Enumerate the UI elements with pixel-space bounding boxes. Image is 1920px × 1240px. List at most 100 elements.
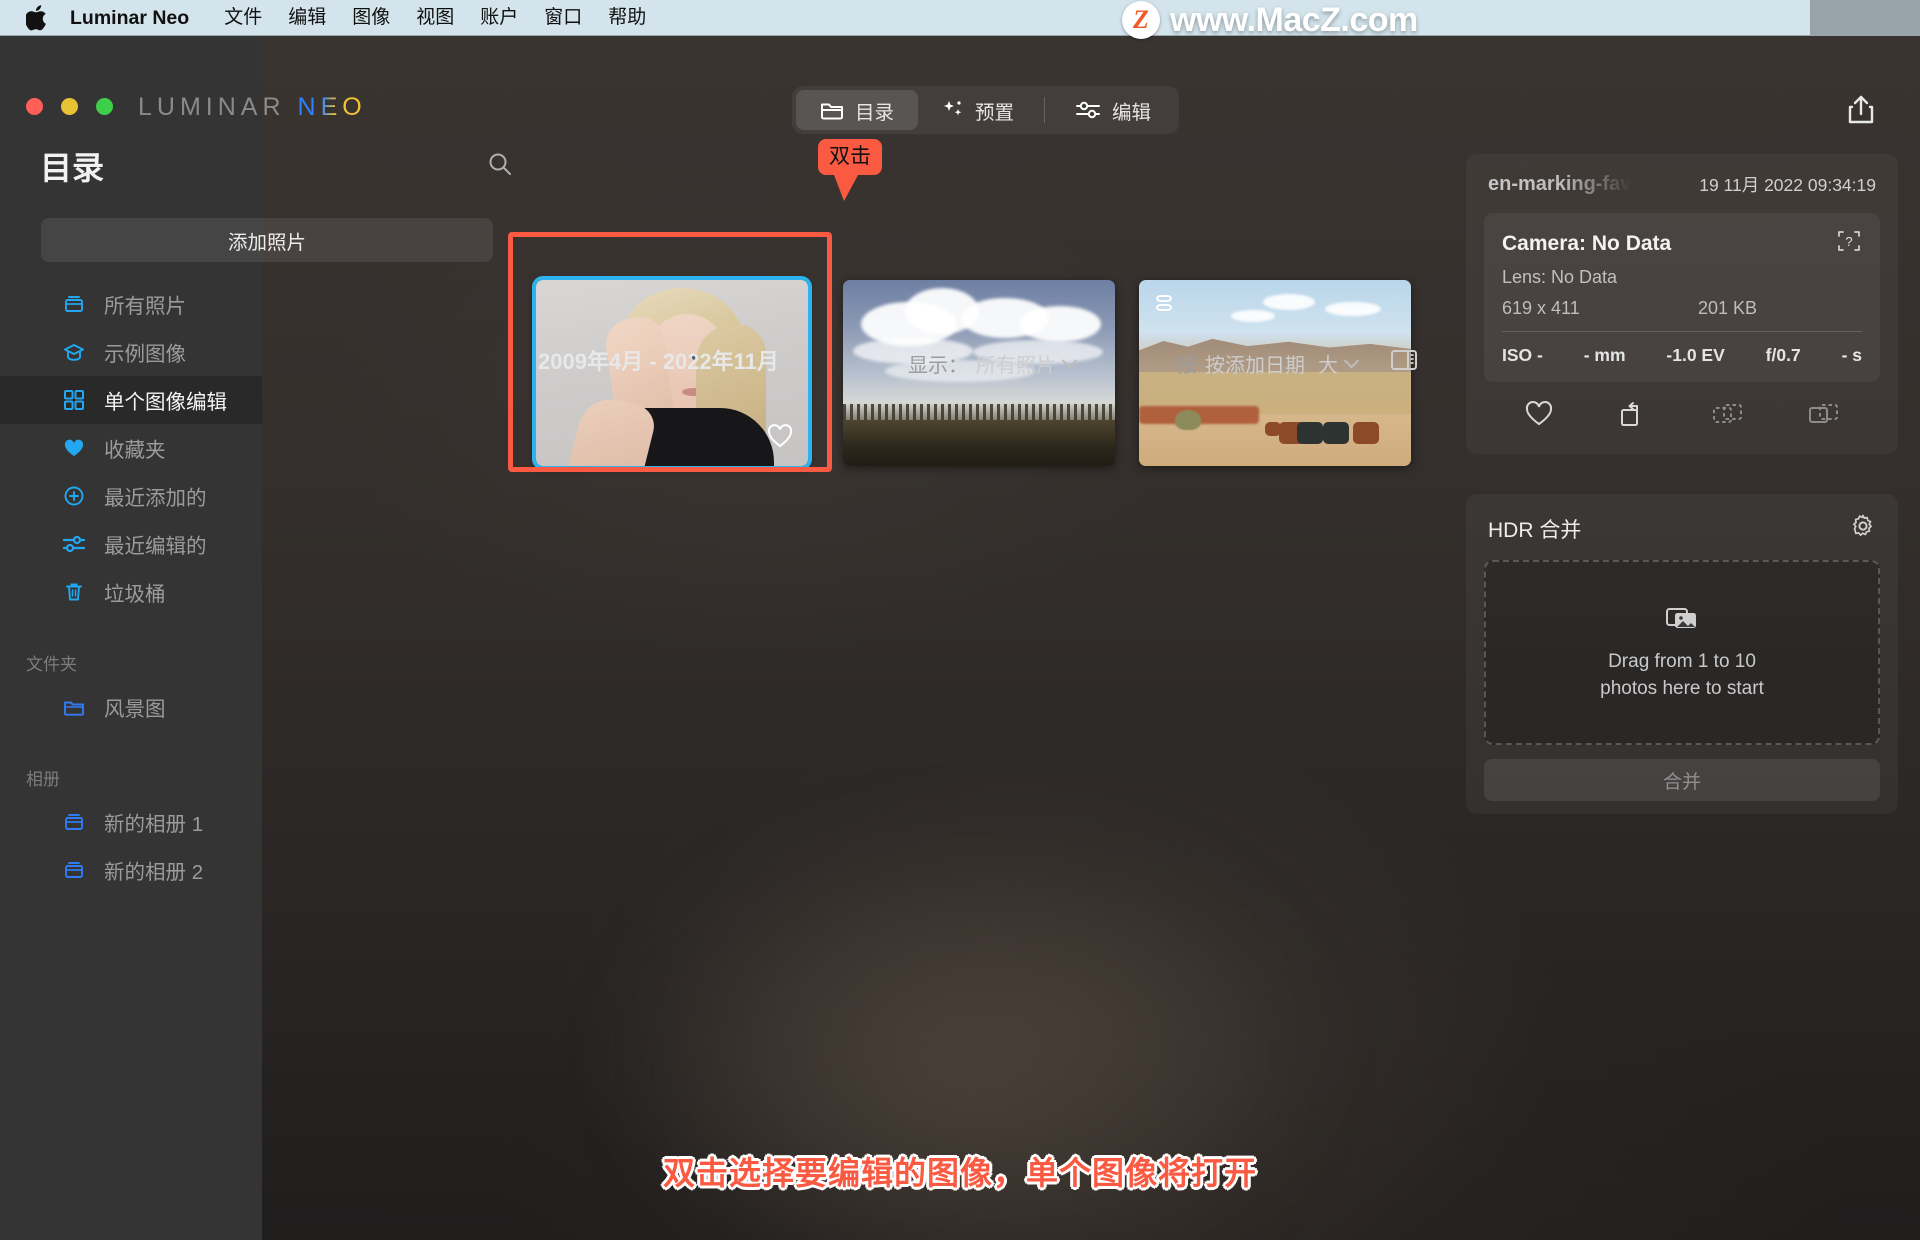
sort-value: 按添加日期 <box>1205 355 1305 377</box>
tab-edit-label: 编辑 <box>1112 101 1152 124</box>
tab-edit[interactable]: 编辑 <box>1051 90 1175 130</box>
show-filter-label: 显示： <box>908 355 968 377</box>
menu-item-edit[interactable]: 编辑 <box>275 0 339 36</box>
sidebar-folder-landscape[interactable]: 风景图 <box>0 683 262 731</box>
stack-icon[interactable] <box>1152 291 1180 322</box>
metadata-dimensions: 619 x 411 <box>1502 298 1580 318</box>
app-logo: LUMINAR NEO <box>138 93 367 122</box>
gear-icon[interactable] <box>1850 513 1876 544</box>
metadata-camera: Camera: No Data <box>1502 231 1672 255</box>
split-view-toggle-button[interactable] <box>1390 348 1418 377</box>
stack-button[interactable] <box>1807 400 1841 433</box>
menu-item-file[interactable]: 文件 <box>211 0 275 36</box>
thumbnail-size-value: 大 <box>1318 355 1338 377</box>
menu-item-image[interactable]: 图像 <box>339 0 403 36</box>
thumbnail-size-dropdown[interactable]: 大 <box>1318 349 1360 378</box>
trash-icon <box>62 580 86 604</box>
tab-separator <box>1044 97 1046 123</box>
help-badge-icon[interactable]: ? <box>1836 229 1862 258</box>
exif-shutter-speed: - s <box>1841 345 1862 365</box>
album-icon <box>62 810 86 834</box>
menu-item-app-name[interactable]: Luminar Neo <box>70 0 211 36</box>
sliders-icon <box>62 532 86 556</box>
apple-logo-icon[interactable] <box>26 4 48 31</box>
exif-focal-length: - mm <box>1583 345 1626 365</box>
show-filter-dropdown[interactable]: 显示： 所有照片 <box>908 349 1078 378</box>
date-range-label: 2009年4月 - 2022年11月 <box>538 349 779 374</box>
main-tab-group: 目录 预置 编辑 <box>792 86 1180 134</box>
app-logo-luminar: LUMINAR <box>138 93 286 121</box>
exif-iso: ISO - <box>1502 345 1543 365</box>
menu-item-help[interactable]: 帮助 <box>595 0 659 36</box>
menu-item-window[interactable]: 窗口 <box>531 0 595 36</box>
menu-item-account[interactable]: 账户 <box>467 0 531 36</box>
tab-presets[interactable]: 预置 <box>918 90 1038 130</box>
sidebar-section-folders: 文件夹 <box>26 655 77 674</box>
menu-item-view[interactable]: 视图 <box>403 0 467 36</box>
metadata-header: en-marking-fav 19 11月 2022 09:34:19 <box>1466 154 1898 197</box>
photos-stack-icon <box>1665 603 1699 636</box>
folder-icon <box>62 695 86 719</box>
sidebar-item-label: 新的相册 2 <box>104 861 204 884</box>
menubar-right-region <box>1810 0 1920 36</box>
sort-dropdown[interactable]: 按 按添加日期 <box>1177 349 1305 378</box>
sidebar-item-recently-edited[interactable]: 最近编辑的 <box>0 520 262 568</box>
hdr-merge-label: 合并 <box>1662 771 1701 793</box>
metadata-filesize: 201 KB <box>1698 298 1758 318</box>
close-button[interactable] <box>26 98 43 115</box>
app-logo-neo: NEO <box>297 93 367 121</box>
window-controls <box>26 98 113 115</box>
stack-icon <box>1809 404 1838 423</box>
sidebar-album-1[interactable]: 新的相册 1 <box>0 798 262 846</box>
hdr-merge-title: HDR 合并 <box>1488 518 1582 542</box>
annotation-bubble-text: 双击 <box>829 145 871 168</box>
chevron-down-icon <box>1061 352 1078 369</box>
annotation-bubble: 双击 <box>818 139 882 202</box>
tab-presets-label: 预置 <box>975 101 1015 124</box>
hdr-merge-header: HDR 合并 <box>1466 494 1898 544</box>
rotate-button[interactable] <box>1617 400 1649 433</box>
hdr-merge-panel: HDR 合并 Drag from 1 to 10 photos here to … <box>1466 494 1898 814</box>
search-button[interactable] <box>487 151 513 182</box>
exif-aperture: f/0.7 <box>1765 345 1801 365</box>
tab-catalog[interactable]: 目录 <box>796 90 919 130</box>
sort-label: 按 <box>1177 355 1197 377</box>
maximize-button[interactable] <box>96 98 113 115</box>
share-button[interactable] <box>1846 94 1878 126</box>
app-window: LUMINAR NEO 目录 预置 编辑 目录 所有照片 示例图像 单个图像编辑… <box>0 36 1920 1240</box>
stack-dashed-icon <box>1713 404 1742 423</box>
sliders-icon <box>1076 101 1101 119</box>
exif-exposure-compensation: -1.0 EV <box>1666 345 1725 365</box>
sidebar-item-label: 新的相册 1 <box>104 813 204 836</box>
hdr-dropzone-line2: photos here to start <box>1600 677 1764 699</box>
sidebar-album-2[interactable]: 新的相册 2 <box>0 846 262 894</box>
svg-text:?: ? <box>1845 234 1852 249</box>
hdr-merge-button[interactable]: 合并 <box>1484 759 1880 801</box>
metadata-card: Camera: No Data ? Lens: No Data 619 x 41… <box>1484 213 1880 382</box>
metadata-dimensions-row: 619 x 411 201 KB <box>1502 298 1862 319</box>
annotation-caption: 双击选择要编辑的图像，单个图像将打开 <box>662 1155 1257 1191</box>
metadata-actions <box>1466 382 1898 433</box>
search-icon <box>489 153 511 175</box>
sidebar-item-label: 风景图 <box>104 698 166 721</box>
favorite-button[interactable] <box>1523 400 1555 433</box>
minimize-button[interactable] <box>61 98 78 115</box>
folder-icon <box>821 103 843 120</box>
rotate-icon <box>1621 402 1638 426</box>
hdr-dropzone[interactable]: Drag from 1 to 10 photos here to start <box>1484 560 1880 745</box>
tab-catalog-label: 目录 <box>855 101 895 124</box>
show-filter-value: 所有照片 <box>976 355 1056 377</box>
chevron-down-icon <box>1343 352 1360 369</box>
share-icon <box>1848 95 1874 124</box>
split-view-icon <box>1391 350 1417 370</box>
metadata-filename: en-marking-fav <box>1488 173 1632 195</box>
sparkles-icon <box>944 101 962 116</box>
hdr-dropzone-line1: Drag from 1 to 10 <box>1608 650 1756 672</box>
metadata-datetime: 19 11月 2022 09:34:19 <box>1699 175 1876 195</box>
sidebar-item-label: 最近编辑的 <box>104 535 207 558</box>
metadata-lens: Lens: No Data <box>1502 267 1618 287</box>
sidebar-section-albums: 相册 <box>26 770 60 789</box>
sidebar-item-trash[interactable]: 垃圾桶 <box>0 568 262 616</box>
group-button[interactable] <box>1711 400 1745 433</box>
heart-outline-icon[interactable] <box>766 423 794 454</box>
